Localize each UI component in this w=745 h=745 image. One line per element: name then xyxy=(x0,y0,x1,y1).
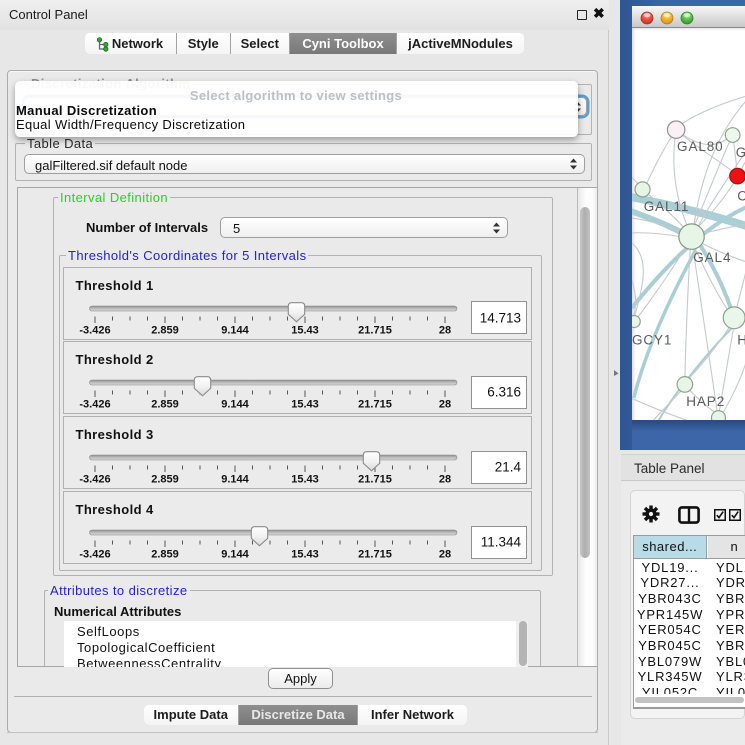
svg-text:-3.426: -3.426 xyxy=(79,474,110,486)
svg-text:9.144: 9.144 xyxy=(221,399,249,411)
svg-text:21.715: 21.715 xyxy=(358,474,392,486)
svg-text:28: 28 xyxy=(438,324,450,336)
svg-text:28: 28 xyxy=(438,399,450,411)
svg-text:GAL4: GAL4 xyxy=(693,250,731,265)
svg-text:2.859: 2.859 xyxy=(151,399,179,411)
svg-text:9.144: 9.144 xyxy=(221,549,249,561)
svg-text:-3.426: -3.426 xyxy=(79,324,110,336)
svg-text:28: 28 xyxy=(438,549,450,561)
svg-text:2.859: 2.859 xyxy=(151,549,179,561)
svg-text:GA: GA xyxy=(735,145,745,160)
svg-text:H: H xyxy=(737,333,745,348)
svg-text:9.144: 9.144 xyxy=(221,324,249,336)
svg-text:-3.426: -3.426 xyxy=(79,399,110,411)
svg-text:15.43: 15.43 xyxy=(291,549,319,561)
svg-text:21.715: 21.715 xyxy=(358,324,392,336)
svg-text:HAP2: HAP2 xyxy=(686,394,725,409)
svg-text:9.144: 9.144 xyxy=(221,474,249,486)
svg-text:21.715: 21.715 xyxy=(358,399,392,411)
svg-text:28: 28 xyxy=(438,474,450,486)
svg-text:2.859: 2.859 xyxy=(151,324,179,336)
svg-text:15.43: 15.43 xyxy=(291,399,319,411)
svg-text:2.859: 2.859 xyxy=(151,474,179,486)
svg-text:GAL11: GAL11 xyxy=(643,199,689,214)
svg-text:15.43: 15.43 xyxy=(291,324,319,336)
svg-text:C: C xyxy=(737,189,745,204)
svg-text:GCY1: GCY1 xyxy=(632,333,672,348)
svg-text:15.43: 15.43 xyxy=(291,474,319,486)
svg-text:GAL80: GAL80 xyxy=(677,139,724,154)
svg-text:21.715: 21.715 xyxy=(358,549,392,561)
svg-text:-3.426: -3.426 xyxy=(79,549,110,561)
